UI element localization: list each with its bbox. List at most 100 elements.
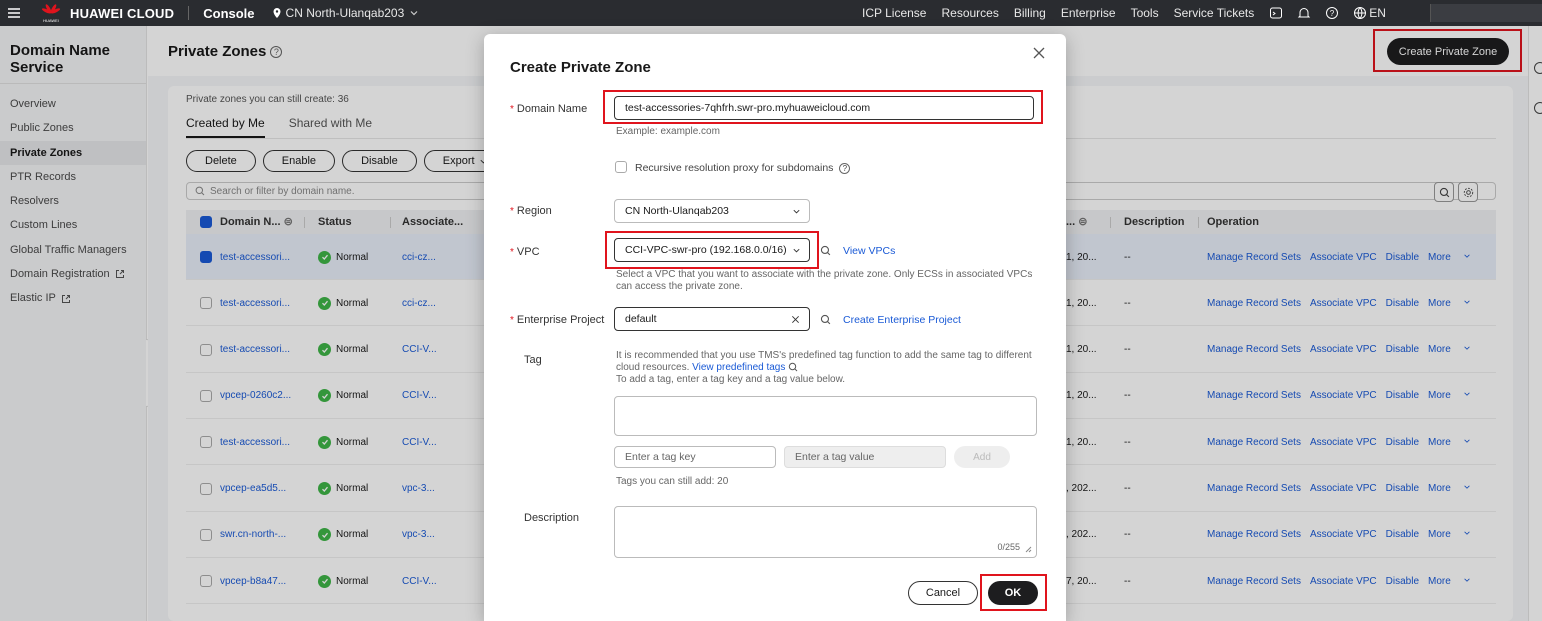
manage-record-sets-link[interactable]: Manage Record Sets: [1207, 390, 1301, 401]
language-selector[interactable]: EN: [1353, 6, 1401, 20]
disable-link[interactable]: Disable: [1386, 252, 1419, 263]
sidebar-item-overview[interactable]: Overview: [0, 92, 146, 116]
column-created[interactable]: ... ⊜: [1066, 210, 1087, 234]
associate-vpc-link[interactable]: Associate VPC: [1310, 437, 1377, 448]
ok-button[interactable]: OK: [988, 581, 1038, 605]
table-settings-button[interactable]: [1458, 182, 1478, 202]
enable-button[interactable]: Enable: [262, 150, 336, 172]
view-vpcs-link[interactable]: View VPCs: [843, 245, 895, 257]
enterprise-project-select[interactable]: default: [614, 307, 810, 331]
disable-link[interactable]: Disable: [1386, 390, 1419, 401]
associate-vpc-link[interactable]: Associate VPC: [1310, 529, 1377, 540]
more-dropdown[interactable]: More: [1428, 483, 1471, 494]
domain-link[interactable]: test-accessori...: [220, 252, 290, 263]
hamburger-menu-icon[interactable]: [6, 5, 22, 21]
row-checkbox[interactable]: [200, 436, 212, 449]
domain-link[interactable]: test-accessori...: [220, 437, 290, 448]
resize-handle-icon[interactable]: [1025, 546, 1032, 553]
row-checkbox[interactable]: [200, 528, 212, 541]
refresh-icon[interactable]: [820, 314, 831, 325]
tag-key-input[interactable]: Enter a tag key: [614, 446, 776, 468]
sort-icon[interactable]: ⊜: [1078, 216, 1087, 228]
manage-record-sets-link[interactable]: Manage Record Sets: [1207, 529, 1301, 540]
disable-link[interactable]: Disable: [1386, 437, 1419, 448]
user-account-menu[interactable]: [1430, 4, 1542, 22]
manage-record-sets-link[interactable]: Manage Record Sets: [1207, 576, 1301, 587]
sidebar-item-private-zones[interactable]: Private Zones: [0, 140, 146, 165]
refresh-icon[interactable]: [788, 362, 798, 372]
associated-vpc-link[interactable]: vpc-3...: [402, 466, 435, 512]
sidebar-item-public-zones[interactable]: Public Zones: [0, 116, 146, 140]
nav-link-service-tickets[interactable]: Service Tickets: [1174, 6, 1255, 20]
domain-name-input[interactable]: test-accessories-7qhfrh.swr-pro.myhuawei…: [614, 96, 1034, 120]
column-domain-name[interactable]: Domain N... ⊜: [220, 210, 293, 234]
disable-link[interactable]: Disable: [1386, 483, 1419, 494]
recursive-resolution-checkbox[interactable]: [615, 161, 627, 173]
row-checkbox[interactable]: [200, 251, 212, 263]
sidebar-item-global-traffic-managers[interactable]: Global Traffic Managers: [0, 238, 146, 262]
domain-link[interactable]: vpcep-0260c2...: [220, 390, 291, 401]
nav-link-icp-license[interactable]: ICP License: [862, 6, 926, 20]
tag-value-input[interactable]: Enter a tag value: [784, 446, 946, 468]
nav-link-tools[interactable]: Tools: [1131, 6, 1159, 20]
row-checkbox[interactable]: [200, 389, 212, 402]
nav-link-enterprise[interactable]: Enterprise: [1061, 6, 1116, 20]
associated-vpc-link[interactable]: CCI-V...: [402, 558, 437, 604]
row-checkbox[interactable]: [200, 297, 212, 310]
domain-link[interactable]: vpcep-ea5d5...: [220, 483, 286, 494]
more-dropdown[interactable]: More: [1428, 298, 1471, 309]
manage-record-sets-link[interactable]: Manage Record Sets: [1207, 252, 1301, 263]
more-dropdown[interactable]: More: [1428, 576, 1471, 587]
create-private-zone-button[interactable]: Create Private Zone: [1387, 38, 1509, 65]
help-icon[interactable]: ?: [1325, 6, 1339, 20]
associate-vpc-link[interactable]: Associate VPC: [1310, 483, 1377, 494]
view-predefined-tags-link[interactable]: View predefined tags: [692, 362, 785, 373]
associate-vpc-link[interactable]: Associate VPC: [1310, 344, 1377, 355]
notification-bell-icon[interactable]: [1297, 6, 1311, 20]
sidebar-item-ptr-records[interactable]: PTR Records: [0, 165, 146, 189]
manage-record-sets-link[interactable]: Manage Record Sets: [1207, 344, 1301, 355]
manage-record-sets-link[interactable]: Manage Record Sets: [1207, 483, 1301, 494]
console-link[interactable]: Console: [203, 6, 254, 21]
disable-button[interactable]: Disable: [342, 150, 417, 172]
cancel-button[interactable]: Cancel: [908, 581, 978, 605]
associated-vpc-link[interactable]: cci-cz...: [402, 234, 436, 280]
region-select[interactable]: CN North-Ulanqab203: [614, 199, 810, 223]
sidebar-item-resolvers[interactable]: Resolvers: [0, 189, 146, 213]
tab-created-by-me[interactable]: Created by Me: [186, 116, 265, 138]
vpc-select[interactable]: CCI-VPC-swr-pro (192.168.0.0/16): [614, 238, 810, 262]
sidebar-item-domain-registration[interactable]: Domain Registration: [0, 262, 146, 286]
refresh-icon[interactable]: [820, 245, 831, 256]
associate-vpc-link[interactable]: Associate VPC: [1310, 576, 1377, 587]
disable-link[interactable]: Disable: [1386, 298, 1419, 309]
delete-button[interactable]: Delete: [186, 150, 256, 172]
help-question-icon[interactable]: ?: [839, 163, 851, 174]
nav-link-resources[interactable]: Resources: [941, 6, 998, 20]
associated-vpc-link[interactable]: CCI-V...: [402, 373, 437, 419]
header-select-all[interactable]: [200, 210, 220, 234]
associated-vpc-link[interactable]: cci-cz...: [402, 280, 436, 326]
create-enterprise-project-link[interactable]: Create Enterprise Project: [843, 314, 961, 326]
associated-vpc-link[interactable]: vpc-3...: [402, 512, 435, 558]
associate-vpc-link[interactable]: Associate VPC: [1310, 252, 1377, 263]
row-checkbox[interactable]: [200, 343, 212, 356]
disable-link[interactable]: Disable: [1386, 576, 1419, 587]
more-dropdown[interactable]: More: [1428, 390, 1471, 401]
more-dropdown[interactable]: More: [1428, 344, 1471, 355]
close-icon[interactable]: [1032, 46, 1046, 60]
tab-shared-with-me[interactable]: Shared with Me: [289, 116, 372, 138]
help-question-icon[interactable]: ?: [270, 46, 283, 59]
select-all-checkbox[interactable]: [200, 216, 212, 229]
domain-link[interactable]: swr.cn-north-...: [220, 529, 286, 540]
nav-link-billing[interactable]: Billing: [1014, 6, 1046, 20]
clear-icon[interactable]: [791, 315, 800, 324]
more-dropdown[interactable]: More: [1428, 529, 1471, 540]
domain-link[interactable]: vpcep-b8a47...: [220, 576, 286, 587]
huawei-cloud-logo[interactable]: HUAWEI HUAWEI CLOUD: [40, 3, 174, 23]
associated-vpc-link[interactable]: CCI-V...: [402, 419, 437, 465]
sort-icon[interactable]: ⊜: [284, 216, 293, 228]
associate-vpc-link[interactable]: Associate VPC: [1310, 390, 1377, 401]
disable-link[interactable]: Disable: [1386, 344, 1419, 355]
associate-vpc-link[interactable]: Associate VPC: [1310, 298, 1377, 309]
domain-link[interactable]: test-accessori...: [220, 298, 290, 309]
